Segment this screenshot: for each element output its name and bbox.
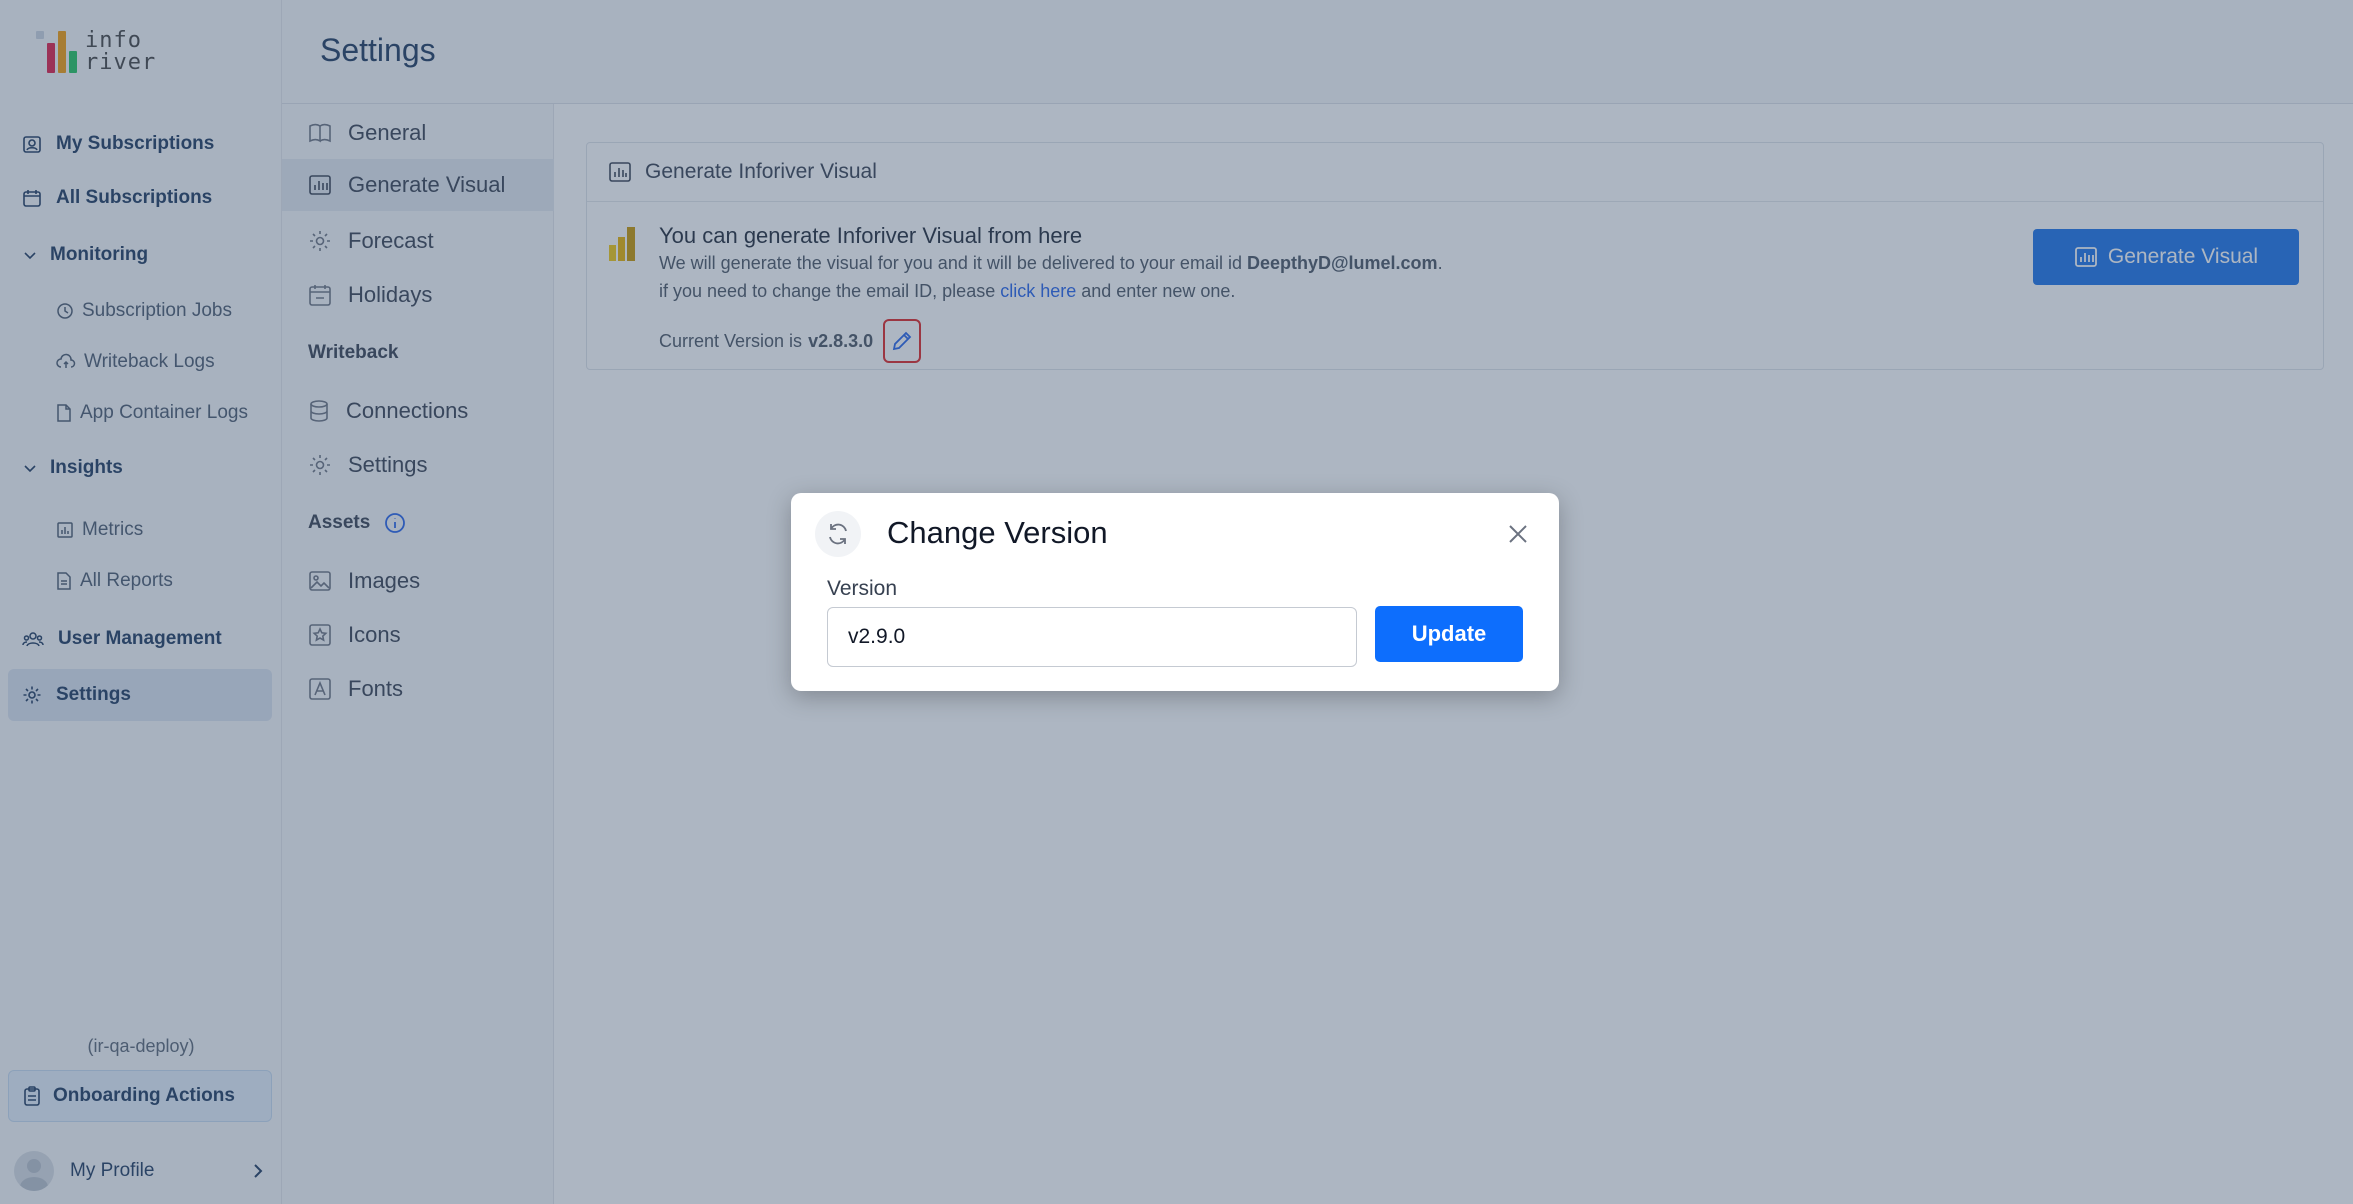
version-label: Version — [827, 577, 898, 600]
version-input[interactable] — [827, 607, 1357, 667]
close-icon — [1506, 522, 1530, 546]
refresh-icon — [815, 511, 861, 557]
app-root: info river My Subscriptions All Subscrip… — [0, 0, 2353, 1204]
modal-title: Change Version — [887, 515, 1108, 550]
close-button[interactable] — [1503, 519, 1533, 549]
change-version-dialog: Change Version Version Update — [791, 493, 1559, 691]
update-button[interactable]: Update — [1375, 606, 1523, 662]
